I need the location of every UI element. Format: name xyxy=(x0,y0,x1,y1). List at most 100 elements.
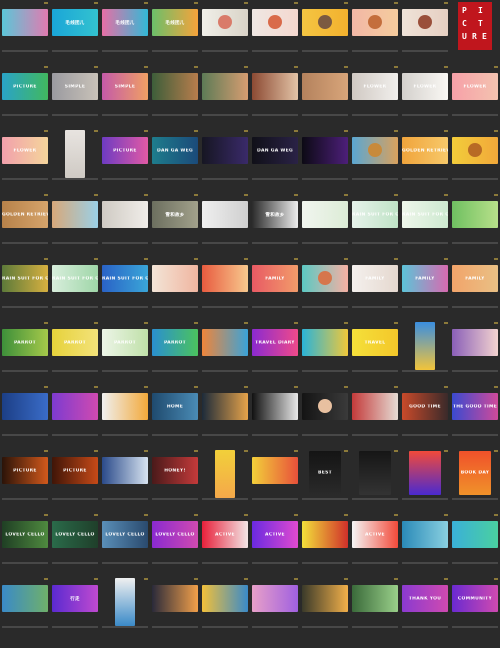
thumbnail-cell[interactable] xyxy=(250,448,300,512)
thumbnail-cell[interactable] xyxy=(350,0,400,64)
thumbnail-cell[interactable]: 毛线团儿 xyxy=(50,0,100,64)
thumbnail-cell[interactable]: HONEY! xyxy=(150,448,200,512)
thumbnail-cell[interactable]: FAMILY xyxy=(400,256,450,320)
thumbnail-cell[interactable]: FAMILY xyxy=(250,256,300,320)
thumbnail-cell[interactable]: BOOK DAY xyxy=(450,448,500,512)
thumbnail-cell[interactable]: LOVELY CELLO xyxy=(100,512,150,576)
thumbnail-cell[interactable]: THANK YOU xyxy=(400,576,450,640)
thumbnail-cell[interactable]: FAMILY xyxy=(450,256,500,320)
thumbnail-cell[interactable]: FLOWER xyxy=(0,128,50,192)
thumbnail-cell[interactable] xyxy=(200,320,250,384)
thumbnail-cell[interactable] xyxy=(200,64,250,128)
thumbnail-cell[interactable]: PICTURE xyxy=(0,448,50,512)
thumbnail-cell[interactable]: PARROT xyxy=(0,320,50,384)
thumbnail-cell[interactable] xyxy=(150,256,200,320)
thumbnail-cell[interactable]: PICTURE xyxy=(100,128,150,192)
thumbnail-cell[interactable] xyxy=(50,384,100,448)
thumbnail-cell[interactable]: PARROT xyxy=(100,320,150,384)
thumbnail-cell[interactable] xyxy=(100,384,150,448)
thumbnail-cell[interactable] xyxy=(50,192,100,256)
thumbnail-cell[interactable]: FLOWER xyxy=(400,64,450,128)
thumbnail-cell[interactable] xyxy=(250,384,300,448)
thumbnail-cell[interactable] xyxy=(300,128,350,192)
thumbnail-cell[interactable] xyxy=(400,0,450,64)
thumbnail-cell[interactable] xyxy=(0,384,50,448)
thumbnail-cell[interactable]: PICTURE xyxy=(50,448,100,512)
thumbnail-cell[interactable]: THE GOOD TIME xyxy=(450,384,500,448)
thumbnail-cell[interactable]: LOVELY CELLO xyxy=(0,512,50,576)
thumbnail-cell[interactable]: 行走 xyxy=(50,576,100,640)
thumbnail-cell[interactable] xyxy=(250,0,300,64)
thumbnail-cell[interactable]: TRAVEL DIARY xyxy=(250,320,300,384)
thumbnail-cell[interactable] xyxy=(100,448,150,512)
picture-logo-thumbnail[interactable]: P I C T U R E xyxy=(458,2,492,50)
thumbnail-cell[interactable]: RAIN SUIT FOR OUTDOOR KIDS xyxy=(400,192,450,256)
thumbnail-cell[interactable] xyxy=(0,576,50,640)
thumbnail-cell[interactable]: COMMUNITY xyxy=(450,576,500,640)
thumbnail-cell[interactable] xyxy=(150,64,200,128)
thumbnail-cell[interactable] xyxy=(200,0,250,64)
thumbnail-cell[interactable] xyxy=(300,256,350,320)
thumbnail-cell[interactable]: LOVELY CELLO xyxy=(150,512,200,576)
thumbnail-cell[interactable] xyxy=(350,128,400,192)
thumbnail-cell[interactable]: RAIN SUIT FOR OUTDOOR KIDS xyxy=(350,192,400,256)
thumbnail-cell[interactable] xyxy=(400,448,450,512)
thumbnail-cell[interactable]: 雪和故乡 xyxy=(250,192,300,256)
thumbnail-cell[interactable] xyxy=(250,576,300,640)
thumbnail-cell[interactable] xyxy=(200,256,250,320)
thumbnail-cell[interactable] xyxy=(300,192,350,256)
thumbnail-cell[interactable] xyxy=(200,128,250,192)
thumbnail-cell[interactable] xyxy=(300,512,350,576)
thumbnail-cell[interactable]: GOLDEN RETRIEVER xyxy=(0,192,50,256)
thumbnail-cell[interactable] xyxy=(200,384,250,448)
thumbnail-cell[interactable] xyxy=(350,448,400,512)
thumbnail-cell[interactable]: DAN GA WEG xyxy=(150,128,200,192)
thumbnail-cell[interactable]: LOVELY CELLO xyxy=(50,512,100,576)
thumbnail-cell[interactable] xyxy=(450,192,500,256)
thumbnail-cell[interactable]: PARROT xyxy=(50,320,100,384)
thumbnail-cell[interactable] xyxy=(200,448,250,512)
thumbnail-cell[interactable] xyxy=(100,192,150,256)
thumbnail-cell[interactable] xyxy=(50,128,100,192)
thumbnail-cell[interactable]: FAMILY xyxy=(350,256,400,320)
thumbnail-cell[interactable] xyxy=(250,64,300,128)
thumbnail-cell[interactable]: ACTIVE xyxy=(200,512,250,576)
thumbnail-cell[interactable] xyxy=(450,320,500,384)
thumbnail-cell[interactable] xyxy=(200,192,250,256)
thumbnail-cell[interactable]: SIMPLE xyxy=(50,64,100,128)
thumbnail-cell[interactable]: GOOD TIME xyxy=(400,384,450,448)
thumbnail-cell[interactable] xyxy=(300,320,350,384)
thumbnail-cell[interactable] xyxy=(350,576,400,640)
thumbnail-cell[interactable]: PICTURE xyxy=(0,64,50,128)
thumbnail-cell[interactable] xyxy=(450,512,500,576)
thumbnail-cell[interactable] xyxy=(150,576,200,640)
thumbnail-cell[interactable] xyxy=(450,128,500,192)
thumbnail-cell[interactable] xyxy=(350,384,400,448)
thumbnail-cell[interactable] xyxy=(300,0,350,64)
thumbnail-cell[interactable]: SIMPLE xyxy=(100,64,150,128)
thumbnail-cell[interactable]: RAIN SUIT FOR OUTDOOR KIDS xyxy=(0,256,50,320)
thumbnail-cell[interactable]: PARROT xyxy=(150,320,200,384)
thumbnail-cell[interactable] xyxy=(400,320,450,384)
thumbnail-cell[interactable] xyxy=(100,576,150,640)
thumbnail-cell[interactable] xyxy=(300,576,350,640)
thumbnail-cell[interactable]: TRAVEL xyxy=(350,320,400,384)
thumbnail-cell[interactable]: HOME xyxy=(150,384,200,448)
thumbnail-cell[interactable]: FLOWER xyxy=(350,64,400,128)
thumbnail-cell[interactable]: FLOWER xyxy=(450,64,500,128)
thumbnail-cell[interactable]: 雪和故乡 xyxy=(150,192,200,256)
thumbnail-cell[interactable] xyxy=(300,384,350,448)
thumbnail-cell[interactable]: DAN GA WEG xyxy=(250,128,300,192)
thumbnail-cell[interactable] xyxy=(0,0,50,64)
thumbnail-cell[interactable] xyxy=(200,576,250,640)
thumbnail-cell[interactable]: ACTIVE xyxy=(250,512,300,576)
thumbnail-cell[interactable]: RAIN SUIT FOR OUTDOOR KIDS xyxy=(100,256,150,320)
thumbnail-cell[interactable]: ACTIVE xyxy=(350,512,400,576)
thumbnail-cell[interactable]: 毛线团儿 xyxy=(150,0,200,64)
thumbnail-cell[interactable]: 毛线团儿 xyxy=(100,0,150,64)
thumbnail-cell[interactable]: RAIN SUIT FOR OUTDOOR KIDS xyxy=(50,256,100,320)
thumbnail-cell[interactable] xyxy=(400,512,450,576)
thumbnail-cell[interactable]: BEST xyxy=(300,448,350,512)
thumbnail-cell[interactable] xyxy=(300,64,350,128)
thumbnail-cell[interactable]: GOLDEN RETRIEVER xyxy=(400,128,450,192)
